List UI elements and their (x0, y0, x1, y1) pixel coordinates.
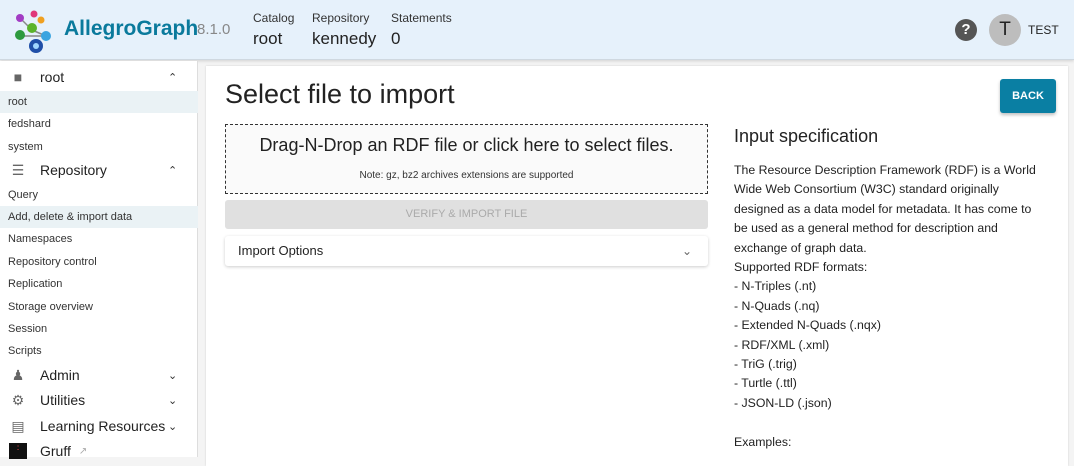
spec-line: designed as a data model for metadata. I… (734, 201, 1032, 216)
admin-icon: ♟ (11, 366, 25, 383)
spec-line: Examples: (734, 434, 792, 449)
repository-info: Repository kennedy (312, 11, 376, 49)
sidebar-item-repository-control[interactable]: Repository control (0, 251, 198, 273)
folder-icon: ■ (13, 69, 23, 85)
drop-note: Note: gz, bz2 archives extensions are su… (359, 170, 574, 181)
sidebar-section-repository[interactable]: ☰ Repository ⌃ (0, 157, 198, 183)
spec-line: - Turtle (.ttl) (734, 376, 797, 391)
import-options-expander[interactable]: Import Options ⌄ (225, 236, 708, 266)
input-specification: Input specification The Resource Descrip… (734, 126, 1054, 452)
repository-label: Repository (312, 11, 370, 25)
gear-icon: ⚙ (11, 391, 25, 408)
catalog-label: Catalog (253, 11, 295, 25)
sidebar-item-root[interactable]: root (0, 91, 198, 113)
verify-import-button[interactable]: VERIFY & IMPORT FILE (225, 200, 708, 229)
spec-line: - RDF/XML (.xml) (734, 337, 830, 352)
sidebar-link-gruff[interactable]: ∶ Gruff ↗ (0, 438, 198, 464)
sidebar-item-system[interactable]: system (0, 136, 198, 158)
help-icon[interactable]: ? (955, 19, 977, 41)
import-options-label: Import Options (238, 243, 324, 258)
spec-line (734, 413, 1054, 432)
section-label: Repository (40, 162, 107, 178)
catalog-value: root (253, 29, 283, 48)
app-header: AllegroGraph 8.1.0 Catalog root Repositor… (0, 0, 1074, 60)
section-label: Learning Resources (40, 418, 166, 434)
sidebar-item-session[interactable]: Session (0, 318, 198, 340)
statements-value: 0 (391, 29, 401, 48)
catalog-info: Catalog root (253, 11, 294, 49)
sidebar-section-admin[interactable]: ♟ Admin ⌄ (0, 362, 198, 388)
section-label: root (40, 69, 65, 85)
sidebar-section-utilities[interactable]: ⚙ Utilities ⌄ (0, 387, 198, 413)
sidebar-item-replication[interactable]: Replication (0, 273, 198, 295)
spec-line: - TriG (.trig) (734, 357, 797, 372)
sidebar-item-query[interactable]: Query (0, 184, 198, 206)
chevron-down-icon: ⌄ (168, 420, 178, 433)
sidebar: ■ root ⌃ root fedshard system ☰ Repository ⌃… (0, 61, 198, 459)
allegrograph-logo (15, 10, 51, 53)
file-dropzone[interactable]: Drag-N-Drop an RDF file or click here to… (225, 124, 708, 194)
library-icon: ▤ (11, 417, 25, 434)
back-button[interactable]: BACK (1000, 79, 1056, 113)
storage-icon: ☰ (11, 161, 25, 178)
repository-value: kennedy (312, 29, 377, 48)
chevron-down-icon: ⌄ (168, 369, 178, 382)
spec-line: be used as a general method for descript… (734, 221, 998, 236)
spec-line: - N-Triples (.nt) (734, 279, 817, 294)
spec-line: The Resource Description Framework (RDF)… (734, 163, 1036, 177)
version: 8.1.0 (197, 21, 231, 38)
spec-title: Input specification (734, 126, 879, 146)
sidebar-item-scripts[interactable]: Scripts (0, 340, 198, 362)
sidebar-section-learning[interactable]: ▤ Learning Resources ⌄ (0, 413, 198, 439)
chevron-down-icon: ⌄ (168, 394, 178, 407)
user-name[interactable]: TEST (1028, 23, 1059, 37)
drop-message: Drag-N-Drop an RDF file or click here to… (259, 135, 674, 155)
page-title: Select file to import (225, 79, 455, 109)
brand-name: AllegroGraph (64, 17, 199, 40)
external-link-icon: ↗ (78, 445, 88, 457)
sidebar-item-add-delete-import[interactable]: Add, delete & import data (0, 206, 198, 228)
import-card: Select file to import BACK Drag-N-Drop a… (206, 66, 1068, 466)
sidebar-item-storage-overview[interactable]: Storage overview (0, 296, 198, 318)
spec-line: Supported RDF formats: (734, 260, 868, 275)
chevron-up-icon: ⌃ (168, 164, 178, 177)
section-label: Admin (40, 367, 80, 383)
spec-line: - JSON-LD (.json) (734, 395, 832, 410)
chevron-up-icon: ⌃ (168, 71, 178, 84)
spec-text: The Resource Description Framework (RDF)… (734, 161, 1054, 452)
sidebar-item-fedshard[interactable]: fedshard (0, 113, 198, 135)
statements-info: Statements 0 (391, 11, 452, 49)
avatar[interactable]: T (989, 14, 1021, 46)
spec-line: Wide Web Consortium (W3C) standard origi… (734, 182, 999, 197)
spec-line: exchange of graph data. (734, 240, 867, 255)
section-label: Utilities (40, 392, 86, 408)
sidebar-item-namespaces[interactable]: Namespaces (0, 228, 198, 250)
chevron-down-icon: ⌄ (681, 244, 692, 258)
statements-label: Statements (391, 11, 452, 25)
spec-line: - N-Quads (.nq) (734, 298, 820, 313)
spec-line: - Extended N-Quads (.nqx) (734, 318, 881, 333)
sidebar-section-catalogs[interactable]: ■ root ⌃ (0, 64, 198, 90)
